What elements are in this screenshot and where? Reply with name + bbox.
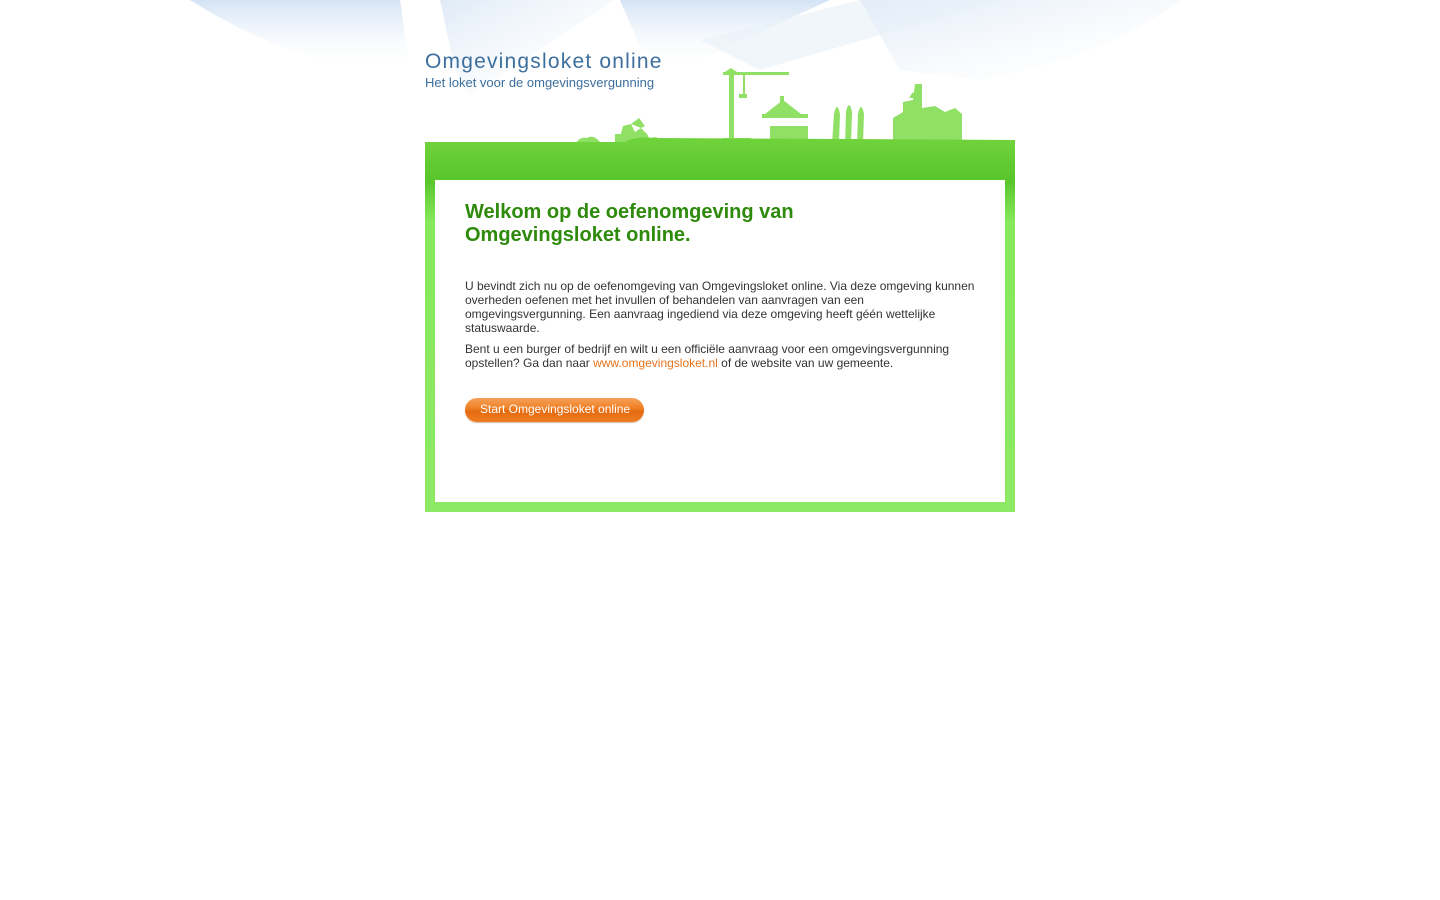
citizen-info-text-end: of de website van uw gemeente. — [717, 356, 894, 370]
content-panel: Welkom op de oefenomgeving van Omgevings… — [435, 180, 1005, 502]
omgevingsloket-link[interactable]: www.omgevingsloket.nl — [593, 356, 718, 370]
city-skyline-illustration — [425, 68, 1015, 144]
start-omgevingsloket-button[interactable]: Start Omgevingsloket online — [465, 398, 645, 422]
welcome-heading: Welkom op de oefenomgeving van Omgevings… — [465, 201, 794, 246]
intro-paragraph: U bevindt zich nu op de oefenomgeving va… — [465, 279, 975, 335]
citizen-info-paragraph: Bent u een burger of bedrijf en wilt u e… — [465, 342, 980, 370]
